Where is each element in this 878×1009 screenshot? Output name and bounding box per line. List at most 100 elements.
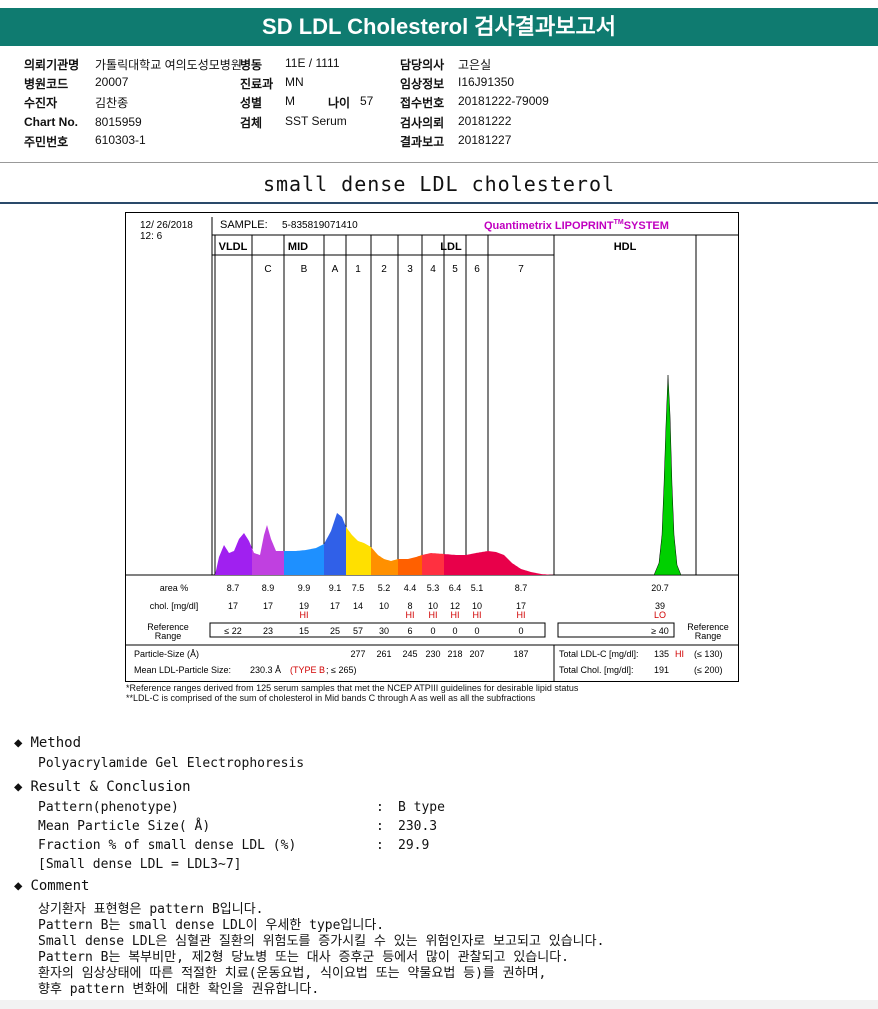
area-value: 6.4 — [449, 583, 462, 593]
band-area — [398, 555, 422, 575]
chol-flag: HI — [451, 610, 460, 620]
comment-heading: ◆ Comment — [14, 878, 89, 894]
value-resident-no: 610303-1 — [95, 133, 146, 147]
label-ward: 병동 — [240, 58, 263, 72]
label-specimen: 검체 — [240, 116, 263, 130]
subfraction-label: 5 — [452, 264, 458, 275]
label-age: 나이 — [328, 96, 351, 110]
value-request-date: 20181222 — [458, 114, 512, 128]
total-ldl-label: Total LDL-C [mg/dl]: — [559, 649, 639, 659]
area-value: 8.7 — [227, 583, 240, 593]
label-resident-no: 주민번호 — [24, 135, 69, 149]
area-value: 7.5 — [352, 583, 365, 593]
ref-value: 25 — [330, 626, 340, 636]
result-colon: : — [376, 800, 384, 815]
subfraction-label: C — [264, 264, 271, 275]
chol-value: 17 — [228, 601, 238, 611]
total-chol-value: 191 — [654, 665, 669, 675]
comment-line: 향후 pattern 변화에 대한 확인을 권유합니다. — [38, 982, 320, 997]
chol-flag: HI — [406, 610, 415, 620]
hdl-peak — [653, 374, 682, 576]
label-sex: 성별 — [240, 96, 263, 110]
value-ward: 11E / 1111 — [285, 56, 340, 70]
ref-value: 6 — [407, 626, 412, 636]
footnote-1: *Reference ranges derived from 125 serum… — [126, 683, 579, 693]
chol-value: 17 — [330, 601, 340, 611]
label-chart-no: Chart No. — [24, 115, 78, 129]
label-patient: 수진자 — [24, 96, 58, 110]
label-department: 진료과 — [240, 77, 274, 91]
row-label-psize: Particle-Size (Å) — [134, 649, 199, 659]
result-note: [Small dense LDL = LDL3~7] — [38, 857, 242, 872]
value-department: MN — [285, 75, 304, 89]
lipoprint-chart: 12/ 26/2018 12: 6 SAMPLE: 5-835819071410… — [125, 212, 739, 682]
ref-value: ≥ 40 — [651, 626, 668, 636]
value-patient: 김찬종 — [95, 96, 129, 110]
chol-value: 14 — [353, 601, 363, 611]
row-label-chol: chol. [mg/dl] — [150, 601, 199, 611]
area-value: 8.9 — [262, 583, 275, 593]
band-labels: VLDL MID LDL HDL C B A 1 2 3 4 5 6 7 — [212, 241, 637, 275]
particle-size-value: 218 — [447, 649, 462, 659]
result-colon: : — [376, 819, 384, 834]
sample-id: 5-835819071410 — [282, 220, 358, 231]
ref-value: 0 — [474, 626, 479, 636]
ref-value: 57 — [353, 626, 363, 636]
ref-value: 0 — [452, 626, 457, 636]
diamond-bullet-icon: ◆ — [14, 779, 23, 795]
particle-size-value: 261 — [376, 649, 391, 659]
particle-size-value: 187 — [513, 649, 528, 659]
footnote-2: **LDL-C is comprised of the sum of chole… — [126, 693, 536, 703]
row-label-mean: Mean LDL-Particle Size: — [134, 665, 231, 675]
value-specimen: SST Serum — [285, 114, 347, 128]
label-request-date: 검사의뢰 — [400, 116, 445, 130]
particle-size-value: 277 — [350, 649, 365, 659]
group-label-hdl: HDL — [614, 241, 637, 253]
result-label-size: Mean Particle Size( Å) — [38, 819, 211, 834]
type-label: (TYPE B — [290, 665, 325, 675]
subfraction-label: A — [332, 264, 339, 275]
band-area — [488, 551, 554, 575]
subfraction-label: 3 — [407, 264, 413, 275]
divider-section — [0, 202, 878, 204]
result-title: Result & Conclusion — [30, 779, 191, 795]
results-table: area %chol. [mg/dl]ReferenceRangeReferen… — [126, 583, 738, 681]
chart-date: 12/ 26/2018 — [140, 220, 193, 231]
ref-value: 15 — [299, 626, 309, 636]
value-doctor: 고은실 — [458, 58, 492, 72]
method-text: Polyacrylamide Gel Electrophoresis — [38, 756, 305, 771]
row-label-ref2: Range — [155, 631, 182, 641]
diamond-bullet-icon: ◆ — [14, 878, 23, 894]
value-sex: M — [285, 94, 295, 108]
value-age: 57 — [360, 94, 374, 108]
chol-flag: HI — [473, 610, 482, 620]
chart-time: 12: 6 — [140, 231, 163, 242]
result-value-pattern: B type — [398, 800, 445, 815]
value-clinical-info: I16J91350 — [458, 75, 515, 89]
ref-value: 0 — [430, 626, 435, 636]
band-dividers — [126, 235, 738, 576]
band-area — [284, 544, 324, 575]
area-value: 5.1 — [471, 583, 484, 593]
chol-flag: HI — [429, 610, 438, 620]
result-value-fraction: 29.9 — [398, 838, 430, 853]
ref-value: ≤ 22 — [224, 626, 241, 636]
label-receipt-no: 접수번호 — [400, 96, 445, 110]
particle-size-value: 230 — [425, 649, 440, 659]
total-ldl-value: 135 — [654, 649, 669, 659]
value-hospital-code: 20007 — [95, 75, 129, 89]
particle-size-value: 245 — [402, 649, 417, 659]
row-label-ref-right2: Range — [695, 631, 722, 641]
area-value: 5.3 — [427, 583, 440, 593]
type-ref: ; ≤ 265) — [326, 665, 356, 675]
result-label-pattern: Pattern(phenotype) — [38, 800, 179, 815]
area-value: 9.1 — [329, 583, 342, 593]
ref-value: 30 — [379, 626, 389, 636]
band-area — [324, 513, 346, 575]
band-area — [252, 525, 284, 575]
comment-title: Comment — [30, 878, 90, 894]
result-colon: : — [376, 838, 384, 853]
subfraction-label: 1 — [355, 264, 361, 275]
sample-label: SAMPLE: — [220, 219, 268, 231]
brand-name: Quantimetrix LIPOPRINTTMSYSTEM — [484, 219, 669, 232]
